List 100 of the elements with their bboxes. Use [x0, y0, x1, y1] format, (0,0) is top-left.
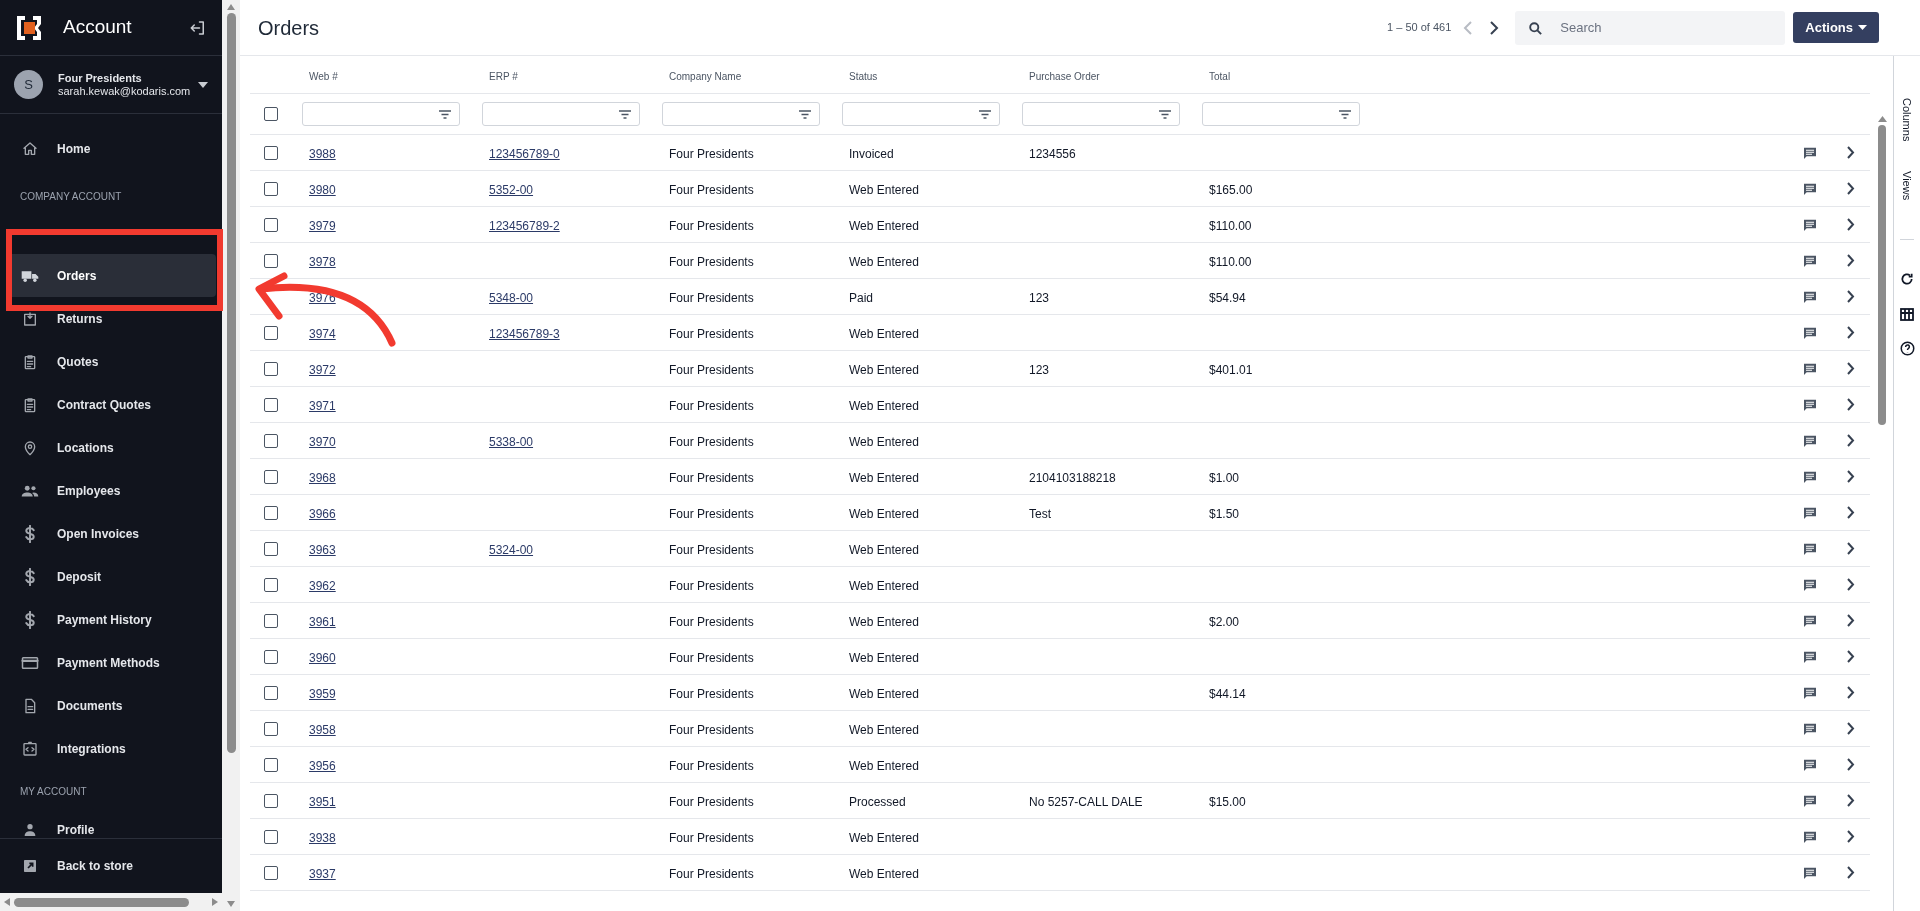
search-field[interactable]: Search: [1515, 10, 1786, 45]
filter-icon[interactable]: [619, 109, 631, 119]
scroll-right-icon[interactable]: [212, 898, 218, 906]
nav-item[interactable]: Open Invoices: [6, 512, 216, 555]
checkbox[interactable]: [264, 397, 278, 412]
scrollbar-thumb[interactable]: [226, 13, 236, 753]
checkbox[interactable]: [264, 865, 278, 880]
nav-item[interactable]: Quotes: [6, 340, 216, 383]
order-link[interactable]: 3956: [309, 758, 336, 773]
help-icon[interactable]: [1899, 340, 1915, 356]
order-link[interactable]: 123456789-2: [489, 218, 560, 233]
logo-icon[interactable]: [15, 13, 43, 42]
order-link[interactable]: 3980: [309, 182, 336, 197]
order-link[interactable]: 3951: [309, 794, 336, 809]
checkbox[interactable]: [264, 181, 278, 196]
chevron-right-icon[interactable]: [1845, 686, 1855, 699]
scroll-left-icon[interactable]: [4, 898, 10, 906]
column-header[interactable]: Web #: [302, 70, 345, 82]
nav-item[interactable]: Home: [6, 127, 216, 170]
order-link[interactable]: 3959: [309, 686, 336, 701]
side-tab[interactable]: Columns: [1898, 98, 1916, 142]
checkbox[interactable]: [264, 613, 278, 628]
nav-item[interactable]: Contract Quotes: [6, 383, 216, 426]
order-link[interactable]: 5324-00: [489, 542, 534, 557]
chevron-right-icon[interactable]: [1845, 722, 1855, 735]
order-link[interactable]: 3972: [309, 362, 336, 377]
nav-item[interactable]: Payment History: [6, 598, 216, 641]
checkbox[interactable]: [264, 793, 278, 808]
account-switcher[interactable]: S Four Presidents sarah.kewak@kodaris.com: [0, 56, 222, 114]
order-link[interactable]: 3970: [309, 434, 336, 449]
nav-item[interactable]: Deposit: [6, 555, 216, 598]
order-link[interactable]: 3979: [309, 218, 336, 233]
filter-field[interactable]: [1022, 102, 1180, 126]
checkbox[interactable]: [264, 433, 278, 448]
chevron-right-icon[interactable]: [1845, 506, 1855, 519]
actions-button[interactable]: Actions: [1793, 12, 1879, 43]
column-header[interactable]: ERP #: [482, 70, 525, 82]
filter-icon[interactable]: [1159, 109, 1171, 119]
order-link[interactable]: 3961: [309, 614, 336, 629]
order-link[interactable]: 3962: [309, 578, 336, 593]
chevron-right-icon[interactable]: [1845, 182, 1855, 195]
chevron-right-icon[interactable]: [1845, 398, 1855, 411]
column-header[interactable]: Status: [842, 70, 885, 82]
checkbox[interactable]: [264, 253, 278, 268]
side-tab[interactable]: Views: [1898, 171, 1916, 201]
chevron-right-icon[interactable]: [1845, 326, 1855, 339]
chevron-right-icon[interactable]: [1845, 362, 1855, 375]
back-to-store-link[interactable]: Back to store: [6, 846, 148, 886]
checkbox[interactable]: [264, 469, 278, 484]
filter-field[interactable]: [1202, 102, 1360, 126]
order-link[interactable]: 5338-00: [489, 434, 534, 449]
checkbox[interactable]: [264, 829, 278, 844]
scroll-up-icon[interactable]: [1877, 116, 1887, 122]
nav-item[interactable]: Employees: [6, 469, 216, 512]
order-link[interactable]: 123456789-0: [489, 146, 560, 161]
checkbox[interactable]: [264, 541, 278, 556]
checkbox[interactable]: [264, 361, 278, 376]
filter-field[interactable]: [482, 102, 640, 126]
filter-icon[interactable]: [799, 109, 811, 119]
nav-item[interactable]: Profile: [6, 808, 216, 838]
column-header[interactable]: Total: [1202, 70, 1238, 82]
order-link[interactable]: 3978: [309, 254, 336, 269]
order-link[interactable]: 3937: [309, 866, 336, 881]
column-header[interactable]: Purchase Order: [1022, 70, 1107, 82]
exit-icon[interactable]: [189, 18, 207, 37]
nav-item[interactable]: Payment Methods: [6, 641, 216, 684]
horizontal-scrollbar[interactable]: [0, 893, 222, 911]
order-link[interactable]: 5352-00: [489, 182, 534, 197]
chevron-right-icon[interactable]: [1845, 146, 1855, 159]
vertical-scrollbar[interactable]: [222, 0, 240, 911]
chevron-right-icon[interactable]: [1845, 866, 1855, 879]
order-link[interactable]: 3966: [309, 506, 336, 521]
order-link[interactable]: 3988: [309, 146, 336, 161]
chevron-right-icon[interactable]: [1845, 758, 1855, 771]
chevron-right-icon[interactable]: [1845, 470, 1855, 483]
chevron-right-icon[interactable]: [1845, 542, 1855, 555]
filter-field[interactable]: [842, 102, 1000, 126]
next-page-button[interactable]: [1489, 20, 1500, 35]
scroll-down-icon[interactable]: [227, 901, 235, 907]
checkbox[interactable]: [264, 145, 278, 160]
checkbox[interactable]: [264, 721, 278, 736]
chevron-right-icon[interactable]: [1845, 614, 1855, 627]
checkbox[interactable]: [264, 649, 278, 664]
scroll-up-icon[interactable]: [227, 4, 235, 10]
chevron-right-icon[interactable]: [1845, 434, 1855, 447]
nav-item[interactable]: Integrations: [6, 727, 216, 770]
checkbox[interactable]: [264, 325, 278, 340]
column-header[interactable]: Company Name: [662, 70, 749, 82]
checkbox[interactable]: [264, 505, 278, 520]
order-link[interactable]: 3960: [309, 650, 336, 665]
checkbox[interactable]: [264, 217, 278, 232]
nav-item[interactable]: Documents: [6, 684, 216, 727]
scrollbar-thumb[interactable]: [14, 897, 189, 907]
chevron-right-icon[interactable]: [1845, 254, 1855, 267]
scrollbar-thumb[interactable]: [1878, 125, 1886, 425]
order-link[interactable]: 3963: [309, 542, 336, 557]
chevron-right-icon[interactable]: [1845, 578, 1855, 591]
refresh-icon[interactable]: [1900, 271, 1914, 286]
order-link[interactable]: 5348-00: [489, 290, 534, 305]
order-link[interactable]: 3974: [309, 326, 336, 341]
